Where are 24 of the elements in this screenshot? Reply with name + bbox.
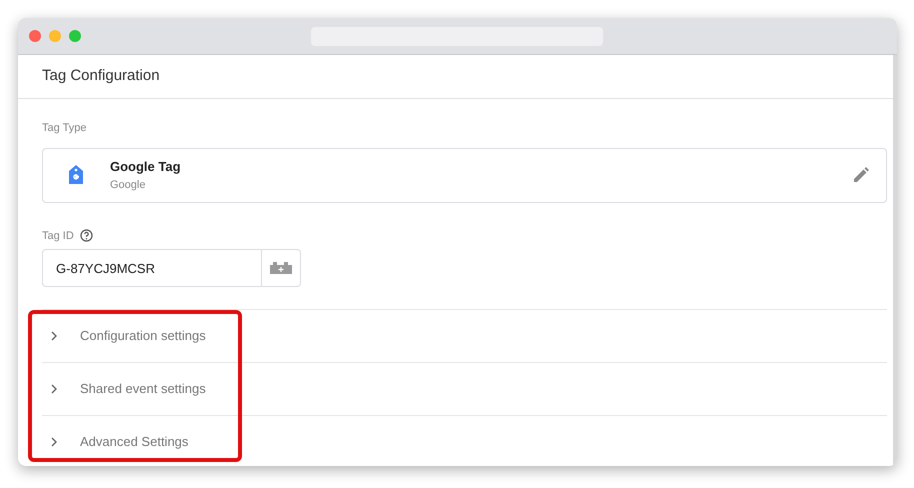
section-row[interactable]: Shared event settings xyxy=(42,362,887,415)
tag-type-card[interactable]: Google Tag Google xyxy=(42,148,887,202)
tag-icon xyxy=(68,165,84,185)
tag-type-name: Google Tag xyxy=(110,158,181,176)
section-label: Advanced Settings xyxy=(80,433,188,452)
chevron-icon xyxy=(50,384,58,394)
section-row[interactable]: Configuration settings xyxy=(42,309,887,362)
chevron-icon xyxy=(50,331,58,341)
close-icon[interactable] xyxy=(29,30,41,42)
section-label: Configuration settings xyxy=(80,327,206,346)
field-label: Tag ID xyxy=(42,228,74,244)
help-icon[interactable] xyxy=(80,229,93,242)
section-row[interactable]: Advanced Settings xyxy=(42,415,887,466)
zoom-icon[interactable] xyxy=(69,30,81,42)
section-label: Shared event settings xyxy=(80,380,206,398)
chevron-icon xyxy=(50,437,58,447)
field-label: Tag Type xyxy=(42,121,88,136)
tag-type-vendor: Google xyxy=(110,178,146,192)
brick-icon xyxy=(270,262,292,274)
panel-title: Tag Configuration xyxy=(42,66,160,86)
pencil-icon[interactable] xyxy=(852,166,870,184)
variable-button[interactable] xyxy=(262,249,301,287)
tag-id-field[interactable]: G-87YCJ9MCSR xyxy=(42,249,262,287)
minimize-icon[interactable] xyxy=(49,30,61,42)
